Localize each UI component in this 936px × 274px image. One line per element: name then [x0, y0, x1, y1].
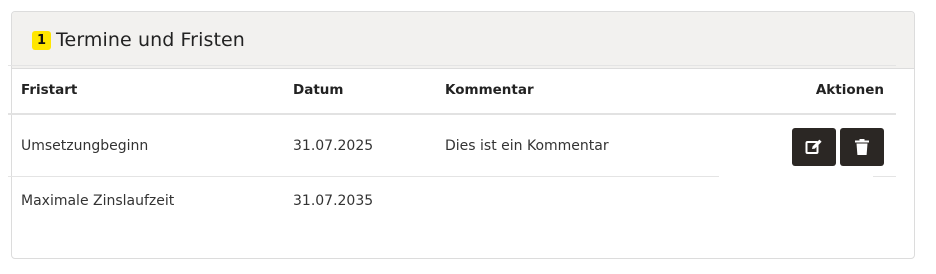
cell-fristart: Umsetzungbeginn: [21, 138, 149, 154]
column-header-fristart[interactable]: Fristart: [21, 66, 77, 113]
column-header-kommentar[interactable]: Kommentar: [445, 66, 534, 113]
cell-fristart: Maximale Zinslaufzeit: [21, 192, 175, 209]
row-actions: [792, 128, 884, 166]
cell-datum: 31.07.2035: [293, 192, 374, 209]
cell-datum: 31.07.2025: [293, 138, 374, 154]
table-row: Maximale Zinslaufzeit 31.07.2035: [8, 177, 896, 224]
section-title: Termine und Fristen: [56, 29, 245, 51]
card-header: 1 Termine und Fristen: [12, 12, 914, 69]
trash-icon: [855, 139, 869, 155]
column-header-datum[interactable]: Datum: [293, 66, 343, 113]
edit-button[interactable]: [792, 128, 836, 166]
deadlines-table: Fristart Datum Kommentar Aktionen Umsetz…: [8, 65, 896, 224]
table-row: Umsetzungbeginn 31.07.2025 Dies ist ein …: [8, 115, 896, 177]
edit-icon: [805, 139, 822, 154]
cell-kommentar: Dies ist ein Kommentar: [445, 138, 609, 154]
section-number-badge: 1: [32, 30, 52, 50]
delete-button[interactable]: [840, 128, 884, 166]
table-header-row: Fristart Datum Kommentar Aktionen: [8, 66, 896, 115]
column-header-aktionen: Aktionen: [815, 81, 884, 98]
